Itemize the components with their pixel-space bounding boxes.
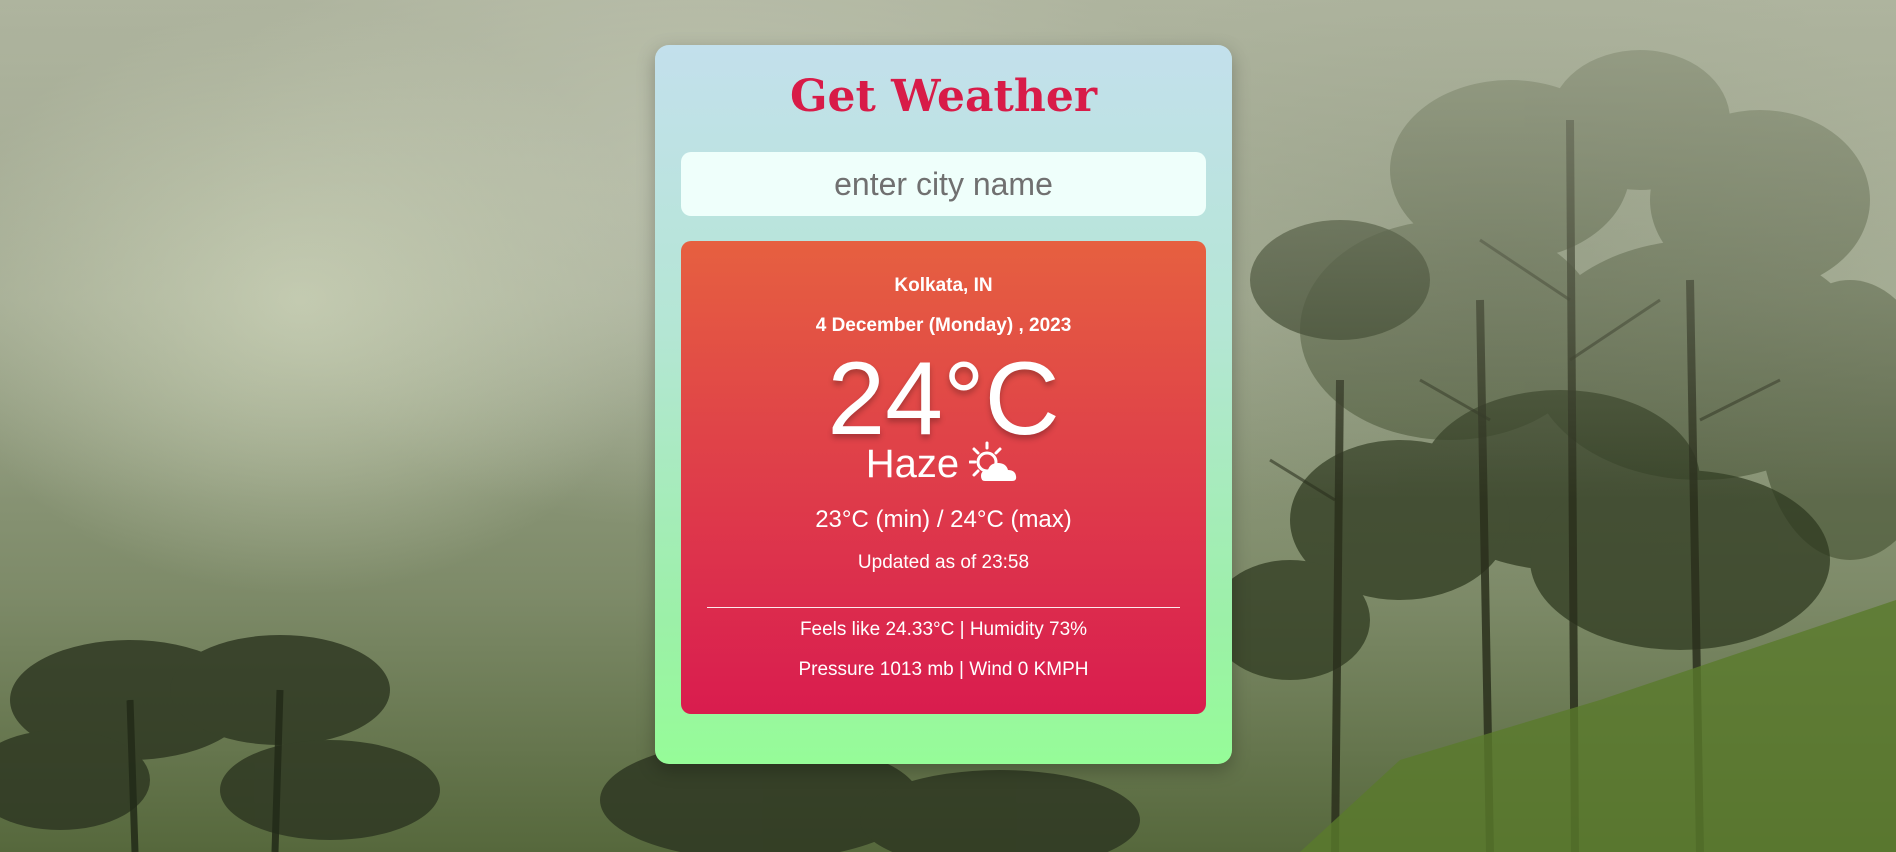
- updated-time: Updated as of 23:58: [857, 552, 1030, 573]
- weather-result-panel: Kolkata, IN 4 December (Monday) , 2023 2…: [681, 241, 1206, 714]
- app-title: Get Weather: [789, 71, 1098, 122]
- location-label: Kolkata, IN: [894, 275, 993, 296]
- feels-like-humidity: Feels like 24.33°C | Humidity 73%: [799, 619, 1088, 640]
- condition-row: Haze: [681, 439, 1206, 489]
- city-search-input[interactable]: [681, 152, 1206, 216]
- sun-behind-cloud-icon: [969, 441, 1021, 487]
- condition-label: Haze: [865, 442, 960, 486]
- weather-card: Get Weather Kolkata, IN 4 December (Mond…: [655, 45, 1232, 764]
- date-label: 4 December (Monday) , 2023: [815, 315, 1072, 336]
- divider: [707, 607, 1180, 608]
- pressure-wind: Pressure 1013 mb | Wind 0 KMPH: [798, 659, 1089, 680]
- min-max-temperature: 23°C (min) / 24°C (max): [815, 506, 1072, 533]
